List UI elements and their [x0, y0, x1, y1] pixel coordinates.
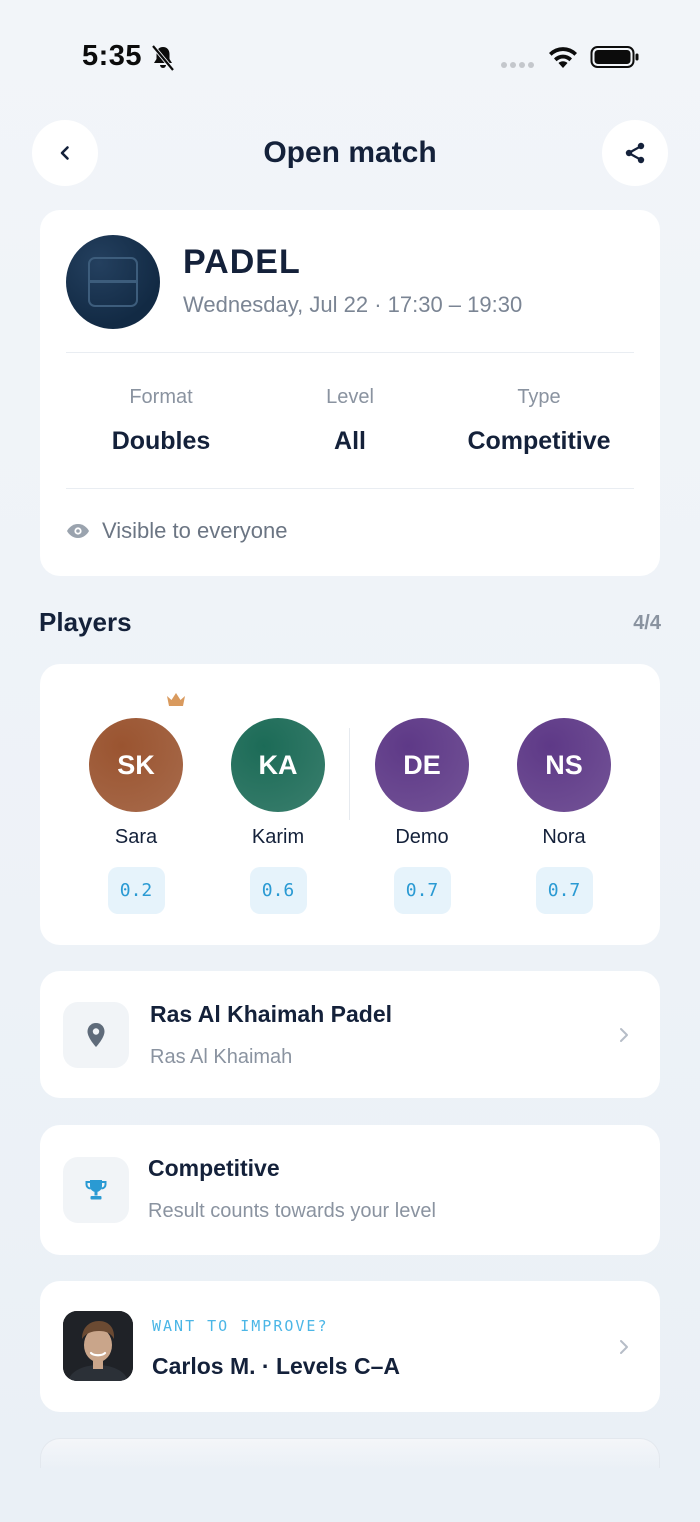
- player-level-badge: 0.2: [107, 867, 165, 914]
- avatar: NS: [517, 718, 611, 812]
- stat-label: Type: [517, 386, 561, 408]
- chevron-right-icon: [620, 1028, 628, 1042]
- player-name: Karim: [251, 826, 305, 848]
- stat-label: Level: [326, 386, 374, 408]
- player-slot[interactable]: DE Demo 0.7: [351, 718, 493, 914]
- divider: [66, 352, 634, 353]
- status-bar: 5:35: [0, 0, 700, 110]
- stat-format: Format Doubles: [61, 386, 261, 456]
- player-slot[interactable]: KA Karim 0.6: [207, 718, 349, 914]
- bell-muted-icon: [151, 44, 175, 72]
- wifi-icon: [549, 47, 577, 68]
- chevron-right-icon: [620, 1340, 628, 1354]
- avatar: KA: [231, 718, 325, 812]
- trophy-icon-wrap: [63, 1157, 129, 1223]
- venue-row[interactable]: Ras Al Khaimah Padel Ras Al Khaimah: [40, 971, 660, 1098]
- eye-icon: [67, 524, 89, 538]
- avatar: SK: [89, 718, 183, 812]
- players-section-title: Players: [39, 607, 132, 637]
- battery-icon: [590, 46, 639, 68]
- match-type-description: Result counts towards your level: [148, 1200, 436, 1222]
- location-icon-wrap: [63, 1002, 129, 1068]
- match-date-time: Wednesday, Jul 22 · 17:30 – 19:30: [183, 292, 523, 317]
- player-slot[interactable]: SK Sara 0.2: [65, 718, 207, 914]
- stat-label: Format: [129, 386, 193, 408]
- stat-value: Doubles: [111, 427, 211, 455]
- player-level-badge: 0.6: [249, 867, 307, 914]
- team-divider: [349, 728, 350, 820]
- coach-kicker: WANT TO IMPROVE?: [152, 1317, 329, 1335]
- player-level-badge: 0.7: [393, 867, 451, 914]
- players-card: SK Sara 0.2 KA Karim 0.6 DE Demo 0.7 NS …: [40, 664, 660, 945]
- player-name: Demo: [395, 826, 449, 848]
- crown-icon: [167, 693, 185, 706]
- location-pin-icon: [87, 1023, 105, 1047]
- player-name: Nora: [542, 826, 586, 848]
- avatar: DE: [375, 718, 469, 812]
- coach-avatar: [63, 1311, 133, 1381]
- player-name: Sara: [114, 826, 158, 848]
- trophy-icon: [85, 1180, 107, 1200]
- sport-name: PADEL: [183, 243, 301, 281]
- divider: [66, 488, 634, 489]
- share-button[interactable]: [602, 120, 668, 186]
- visibility-row: Visible to everyone: [66, 518, 288, 544]
- match-type-title: Competitive: [148, 1155, 280, 1181]
- share-icon: [625, 142, 645, 164]
- stat-level: Level All: [250, 386, 450, 456]
- match-summary-card: PADEL Wednesday, Jul 22 · 17:30 – 19:30 …: [40, 210, 660, 576]
- venue-name: Ras Al Khaimah Padel: [150, 1001, 393, 1027]
- padel-court-icon: [66, 235, 160, 329]
- player-slot[interactable]: NS Nora 0.7: [493, 718, 635, 914]
- coach-name: Carlos M. · Levels C–A: [152, 1353, 400, 1379]
- stat-value: Competitive: [467, 427, 611, 455]
- signal-dots-icon: [501, 62, 534, 68]
- header: Open match: [0, 120, 700, 190]
- status-time: 5:35: [82, 40, 143, 72]
- player-level-badge: 0.7: [535, 867, 593, 914]
- page-title: Open match: [263, 136, 437, 169]
- players-count: 4/4: [633, 612, 661, 634]
- coach-promo-row[interactable]: WANT TO IMPROVE? Carlos M. · Levels C–A: [40, 1281, 660, 1412]
- venue-city: Ras Al Khaimah: [150, 1046, 293, 1068]
- next-card-peek: [40, 1438, 660, 1468]
- match-type-row: Competitive Result counts towards your l…: [40, 1125, 660, 1255]
- stat-type: Type Competitive: [439, 386, 639, 456]
- visibility-label: Visible to everyone: [102, 518, 288, 543]
- stat-value: All: [334, 427, 366, 455]
